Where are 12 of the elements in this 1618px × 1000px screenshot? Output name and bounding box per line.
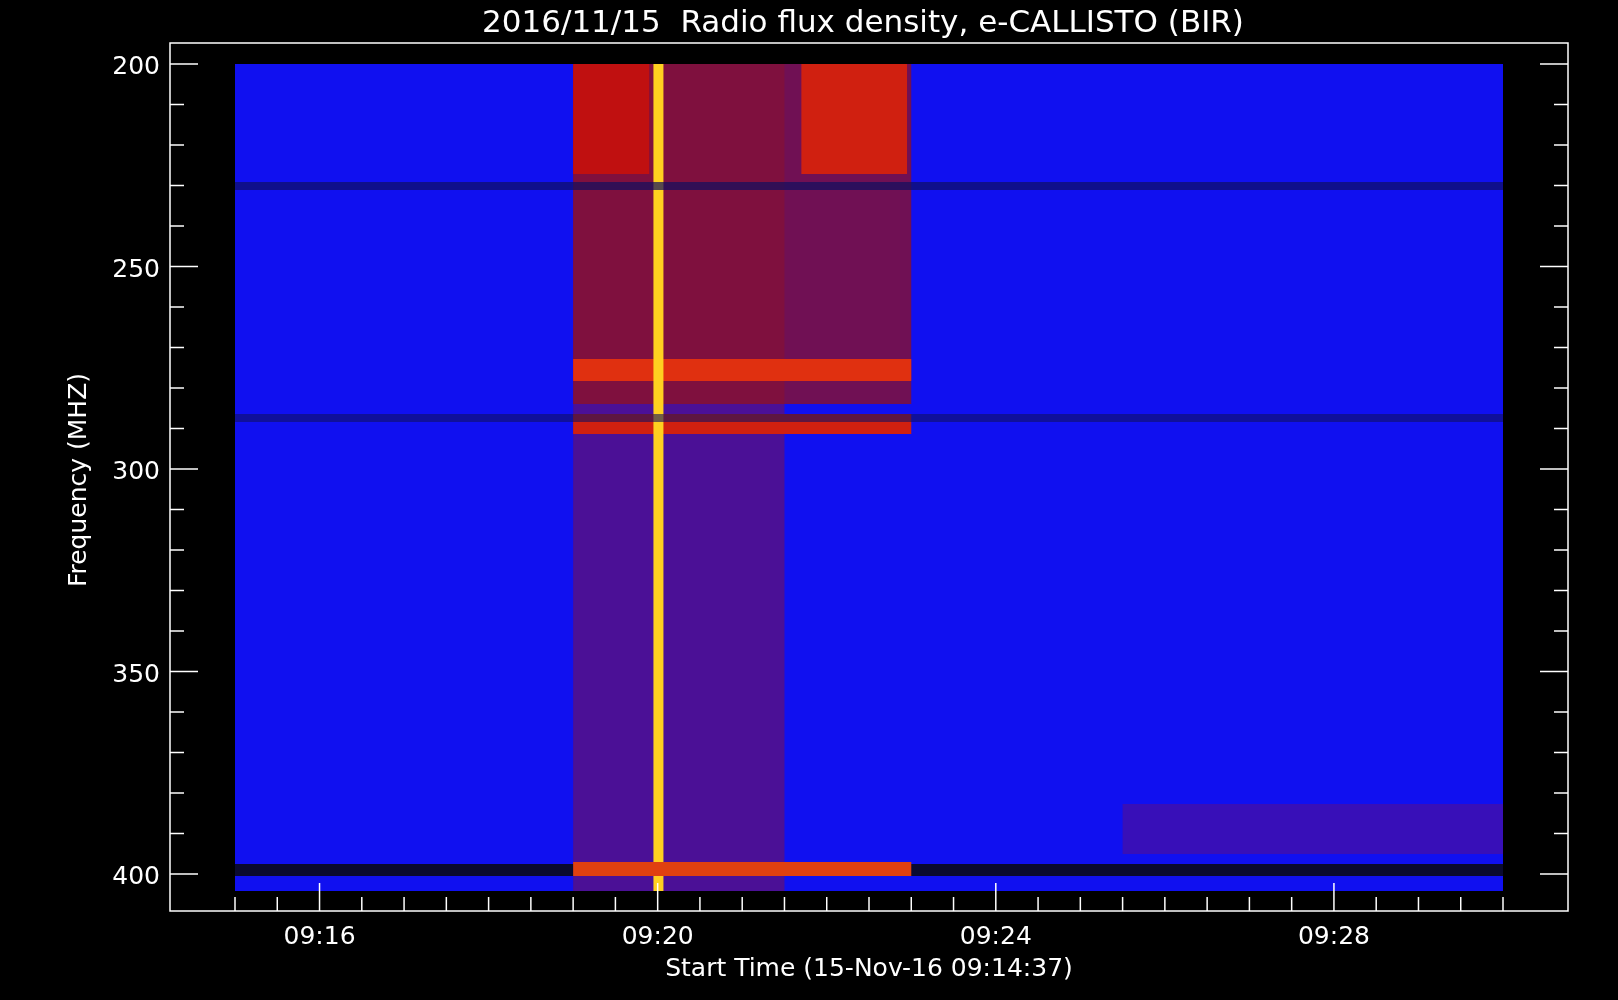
tick-label: 250 xyxy=(112,253,160,283)
axis-title: Frequency (MHZ) xyxy=(63,372,92,588)
tick-label: 09:16 xyxy=(283,921,356,950)
tick-label: 09:28 xyxy=(1297,921,1370,950)
chart-title: 2016/11/15 Radio flux density, e-CALLISTO (BIR) xyxy=(482,3,1244,39)
tick-label: 09:20 xyxy=(621,921,694,950)
tick-label: 400 xyxy=(112,861,160,890)
tick-label: 09:24 xyxy=(959,921,1032,950)
tick-label: 300 xyxy=(112,456,160,485)
axis-title: Start Time (15-Nov-16 09:14:37) xyxy=(665,953,1073,982)
tick-label: 350 xyxy=(112,658,160,688)
tick-label: 200 xyxy=(112,51,160,80)
